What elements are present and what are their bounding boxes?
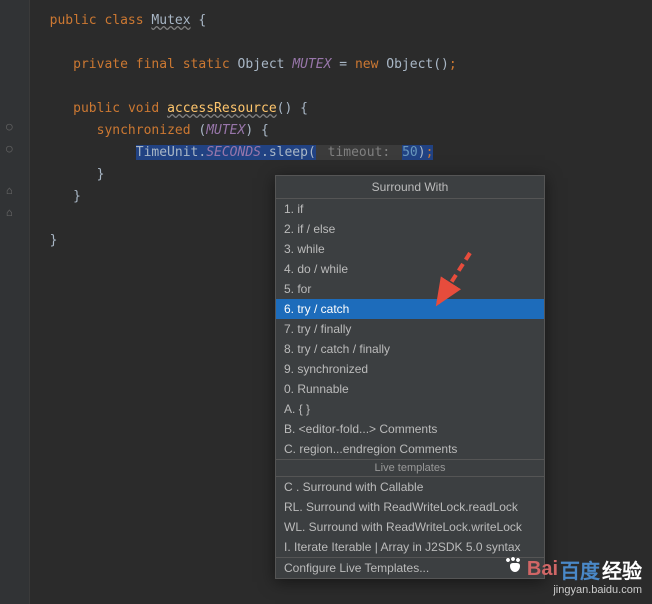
method-call: sleep [269,145,308,160]
field-ref: MUTEX [206,123,245,138]
popup-item[interactable]: C. region...endregion Comments [276,439,544,459]
popup-separator: Live templates [276,459,544,477]
popup-title: Surround With [276,176,544,199]
keyword: static [183,57,230,72]
popup-items-container: 1. if2. if / else3. while4. do / while5.… [276,199,544,459]
brace: } [97,167,105,182]
popup-item[interactable]: 9. synchronized [276,359,544,379]
paren: ( [308,145,316,160]
paren: ) [418,145,426,160]
watermark: Bai百度经验 jingyan.baidu.com [501,554,642,596]
override-icon[interactable]: ○ [6,120,24,136]
live-templates-container: C . Surround with CallableRL. Surround w… [276,477,544,557]
popup-item[interactable]: 3. while [276,239,544,259]
selected-text: TimeUnit.SECONDS.sleep( [136,145,316,160]
keyword: final [136,57,175,72]
field: MUTEX [292,57,331,72]
method-name: accessResource [167,101,277,116]
obj: Object() [378,57,448,72]
popup-item[interactable]: 1. if [276,199,544,219]
brace: { [191,13,207,28]
popup-item[interactable]: 0. Runnable [276,379,544,399]
live-template-item[interactable]: C . Surround with Callable [276,477,544,497]
watermark-url: jingyan.baidu.com [501,584,642,596]
semi: ; [449,57,457,72]
keyword: class [104,13,143,28]
const: SECONDS [206,145,261,160]
popup-item[interactable]: 2. if / else [276,219,544,239]
live-template-item[interactable]: RL. Surround with ReadWriteLock.readLock [276,497,544,517]
gutter: ○ ○ ⌂ ⌂ [0,0,30,604]
popup-item[interactable]: 7. try / finally [276,319,544,339]
parens: () { [277,101,308,116]
brand-text: 经验 [602,555,642,584]
popup-item[interactable]: 4. do / while [276,259,544,279]
keyword: synchronized [97,123,191,138]
paw-icon [501,554,525,584]
surround-with-popup: Surround With 1. if2. if / else3. while4… [275,175,545,579]
number: 50 [402,145,418,160]
paren: ( [191,123,207,138]
keyword: void [128,101,159,116]
override-icon[interactable]: ○ [6,142,24,158]
brace: } [73,189,81,204]
class-name: Mutex [151,13,190,28]
keyword: public [50,13,97,28]
live-template-item[interactable]: WL. Surround with ReadWriteLock.writeLoc… [276,517,544,537]
class-ref: TimeUnit. [136,145,206,160]
semi: ; [426,145,434,160]
eq: = [331,57,354,72]
type: Object [230,57,293,72]
param-hint: timeout: [316,145,402,160]
keyword: public [73,101,120,116]
popup-item[interactable]: B. <editor-fold...> Comments [276,419,544,439]
brand-text: Bai [527,558,558,581]
keyword: private [73,57,128,72]
dot: . [261,145,269,160]
keyword: new [355,57,378,72]
lock-icon[interactable]: ⌂ [6,206,24,222]
popup-item[interactable]: 6. try / catch [276,299,544,319]
lock-icon[interactable]: ⌂ [6,184,24,200]
brand-text: 百度 [560,555,600,584]
popup-item[interactable]: 8. try / catch / finally [276,339,544,359]
paren: ) { [245,123,268,138]
brace: } [50,233,58,248]
popup-item[interactable]: 5. for [276,279,544,299]
popup-item[interactable]: A. { } [276,399,544,419]
